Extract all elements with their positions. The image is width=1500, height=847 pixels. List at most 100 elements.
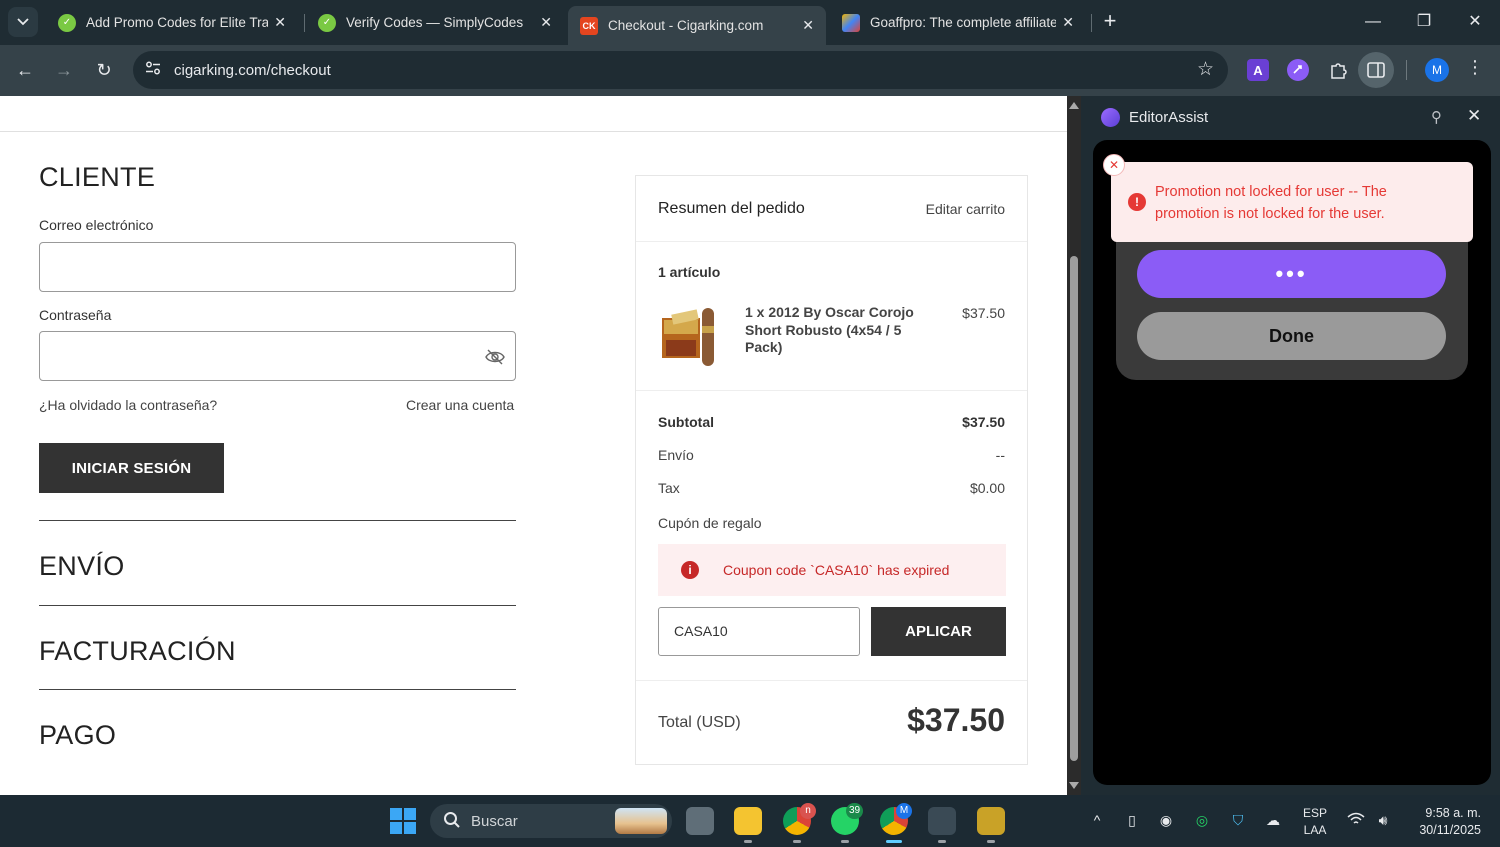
email-field[interactable] <box>39 242 516 292</box>
error-icon: i <box>681 561 699 579</box>
page-scrollbar[interactable] <box>1067 96 1081 795</box>
file-explorer-icon[interactable] <box>734 807 762 835</box>
tray-expand-icon[interactable]: ^ <box>1087 812 1107 830</box>
scroll-down-arrow-icon[interactable] <box>1069 782 1079 789</box>
address-bar[interactable]: cigarking.com/checkout ☆ <box>133 51 1228 89</box>
tax-value: $0.00 <box>969 480 1005 496</box>
reload-icon[interactable]: ↻ <box>90 56 118 84</box>
extension-a-icon[interactable]: A <box>1247 59 1269 81</box>
chevron-down-icon <box>17 18 29 26</box>
wifi-icon[interactable] <box>1346 812 1366 830</box>
close-tab-icon[interactable]: ✕ <box>1056 14 1074 31</box>
search-icon <box>443 811 461 834</box>
section-divider <box>39 689 516 690</box>
cloud-off-icon[interactable]: ☁ <box>1263 812 1283 830</box>
editorassist-extension-icon[interactable] <box>1287 59 1309 81</box>
cigarking-favicon-icon: CK <box>580 16 598 35</box>
scroll-up-arrow-icon[interactable] <box>1069 102 1079 109</box>
window-close-icon[interactable]: ✕ <box>1460 8 1490 36</box>
windows-taskbar: Buscar n 39 M ^ ▯ ◉ ◎ ⛉ ☁ ESP LAA 🔊︎ 9:5… <box>0 795 1500 847</box>
clock-time: 9:58 a. m. <box>1425 806 1481 820</box>
whatsapp-tray-icon[interactable]: ◎ <box>1192 812 1212 830</box>
summary-divider <box>636 241 1027 242</box>
restore-icon[interactable]: ❐ <box>1409 8 1439 36</box>
tab-title: Checkout - Cigarking.com <box>608 18 764 33</box>
coupon-error-text: Coupon code `CASA10` has expired <box>723 562 950 578</box>
league-app-icon[interactable] <box>977 807 1005 835</box>
coupon-input[interactable]: CASA10 <box>658 607 860 656</box>
tab-title: Verify Codes — SimplyCodes <box>346 15 524 30</box>
loading-button[interactable]: ••• <box>1137 250 1446 298</box>
extensions-puzzle-icon[interactable] <box>1327 59 1349 81</box>
app-indicator <box>744 840 752 843</box>
tab-search-button[interactable] <box>8 7 38 37</box>
language-indicator[interactable]: ESP LAA <box>1300 805 1330 839</box>
toolbar-separator <box>1406 60 1407 80</box>
toast-close-icon[interactable]: ✕ <box>1103 154 1125 176</box>
coupon-error-message: i Coupon code `CASA10` has expired <box>658 544 1006 596</box>
search-placeholder: Buscar <box>471 813 518 830</box>
scroll-thumb[interactable] <box>1070 256 1078 761</box>
tax-label: Tax <box>658 480 680 496</box>
password-field[interactable] <box>39 331 516 381</box>
eye-slash-icon[interactable] <box>485 348 505 366</box>
unpin-icon[interactable]: ⚲ <box>1431 108 1442 126</box>
site-info-icon[interactable] <box>143 60 163 80</box>
tab-goaffpro[interactable]: Goaffpro: The complete affiliate ✕ <box>830 6 1086 39</box>
login-button[interactable]: INICIAR SESIÓN <box>39 443 224 493</box>
close-tab-icon[interactable]: ✕ <box>534 14 552 31</box>
item-count: 1 artículo <box>658 264 721 280</box>
app-indicator <box>987 840 995 843</box>
envio-heading[interactable]: ENVÍO <box>39 551 125 582</box>
windows-start-icon[interactable] <box>390 808 416 834</box>
steam-icon[interactable]: ◉ <box>1156 812 1176 830</box>
close-tab-icon[interactable]: ✕ <box>268 14 286 31</box>
side-panel-title: EditorAssist <box>1129 109 1209 126</box>
order-summary: Resumen del pedido Editar carrito 1 artí… <box>635 175 1028 765</box>
pago-heading[interactable]: PAGO <box>39 720 116 751</box>
app-indicator <box>938 840 946 843</box>
taskbar-search[interactable]: Buscar <box>430 804 672 838</box>
clock[interactable]: 9:58 a. m. 30/11/2025 <box>1405 805 1481 839</box>
side-panel-icon[interactable] <box>1358 52 1394 88</box>
profile-avatar[interactable]: M <box>1425 58 1449 82</box>
total-value: $37.50 <box>907 702 1005 738</box>
create-account-link[interactable]: Crear una cuenta <box>406 397 514 413</box>
password-label: Contraseña <box>39 307 112 323</box>
tab-verify-codes[interactable]: ✓ Verify Codes — SimplyCodes ✕ <box>306 6 564 39</box>
url-text: cigarking.com/checkout <box>174 62 331 79</box>
summary-title: Resumen del pedido <box>658 200 805 217</box>
summary-divider <box>636 390 1027 391</box>
edit-cart-link[interactable]: Editar carrito <box>926 201 1005 217</box>
forgot-password-link[interactable]: ¿Ha olvidado la contraseña? <box>39 397 217 413</box>
tab-separator <box>1091 14 1092 32</box>
task-view-icon[interactable] <box>686 807 714 835</box>
eraser-app-icon[interactable] <box>928 807 956 835</box>
tab-checkout[interactable]: CK Checkout - Cigarking.com ✕ <box>568 6 826 45</box>
app-indicator-active <box>886 840 902 843</box>
shipping-value: -- <box>995 447 1005 463</box>
forward-arrow-icon[interactable]: → <box>50 56 78 84</box>
close-tab-icon[interactable]: ✕ <box>796 17 814 34</box>
minimize-icon[interactable]: — <box>1358 8 1388 36</box>
facturacion-heading[interactable]: FACTURACIÓN <box>39 636 236 667</box>
subtotal-value: $37.50 <box>962 414 1005 430</box>
section-divider <box>39 520 516 521</box>
chrome-profile-badge: M <box>896 803 912 819</box>
volume-icon[interactable]: 🔊︎ <box>1373 812 1393 830</box>
bookmark-star-icon[interactable]: ☆ <box>1197 58 1214 81</box>
menu-kebab-icon[interactable]: ⋮ <box>1465 57 1485 78</box>
back-arrow-icon[interactable]: ← <box>11 56 39 84</box>
done-button[interactable]: Done <box>1137 312 1446 360</box>
tab-title: Goaffpro: The complete affiliate <box>870 15 1057 30</box>
coupon-label: Cupón de regalo <box>658 515 762 531</box>
tab-strip: ✓ Add Promo Codes for Elite Trad ✕ ✓ Ver… <box>0 0 1500 45</box>
usb-icon[interactable]: ▯ <box>1122 812 1142 830</box>
new-tab-plus-icon[interactable]: + <box>1098 10 1122 34</box>
side-panel-close-icon[interactable]: ✕ <box>1467 106 1481 126</box>
tab-promo-codes[interactable]: ✓ Add Promo Codes for Elite Trad ✕ <box>46 6 298 39</box>
side-panel: EditorAssist ⚲ ✕ ••• Done ✕ ! Promotion … <box>1081 96 1500 795</box>
toast-error-icon: ! <box>1128 193 1146 211</box>
apply-coupon-button[interactable]: APLICAR <box>871 607 1006 656</box>
security-warning-icon[interactable]: ⛉ <box>1228 812 1248 830</box>
